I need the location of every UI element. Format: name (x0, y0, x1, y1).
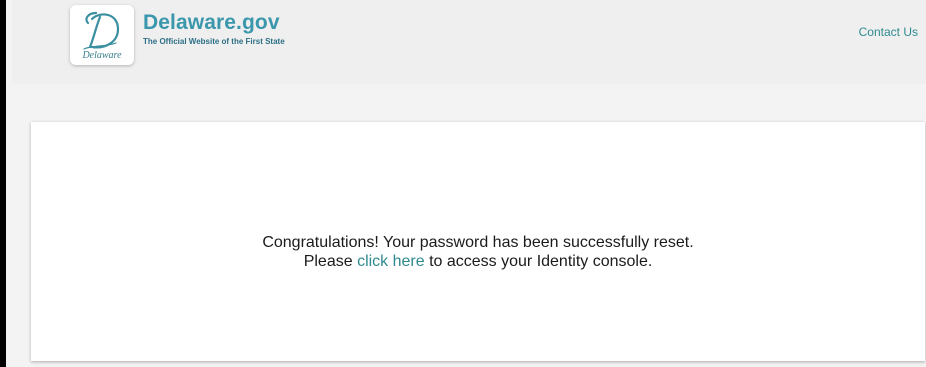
confirmation-card: Congratulations! Your password has been … (31, 122, 925, 361)
site-tagline: The Official Website of the First State (143, 37, 285, 46)
click-here-link[interactable]: click here (357, 253, 425, 270)
page-frame: Delaware Delaware.gov The Official Websi… (0, 0, 926, 367)
site-header: Delaware Delaware.gov The Official Websi… (12, 0, 926, 84)
contact-us-link[interactable]: Contact Us (859, 25, 918, 39)
delaware-seal-logo[interactable]: Delaware (70, 5, 134, 65)
instruction-suffix: to access your Identity console. (424, 253, 653, 270)
instruction-prefix: Please (303, 253, 358, 270)
success-text: Congratulations! Your password has been … (262, 234, 694, 251)
seal-lettering: Delaware (82, 50, 122, 61)
console-instruction: Please click here to access your Identit… (31, 252, 925, 271)
confirmation-message: Congratulations! Your password has been … (31, 233, 925, 271)
site-title[interactable]: Delaware.gov (143, 11, 280, 35)
